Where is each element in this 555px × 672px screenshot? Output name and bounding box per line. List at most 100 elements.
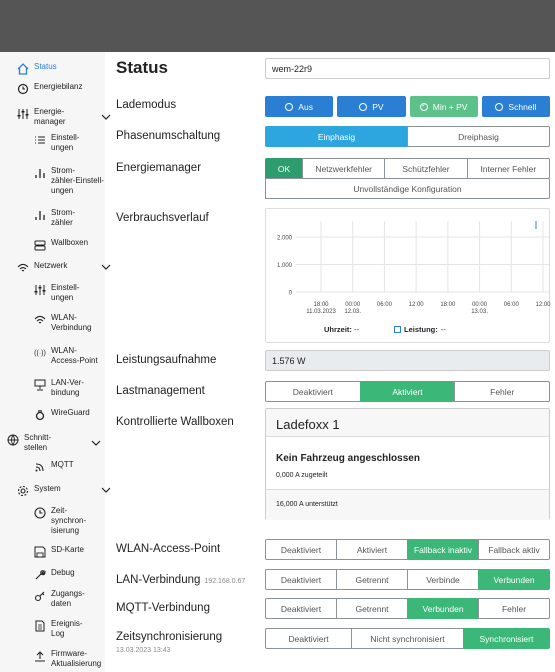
wifi-icon xyxy=(16,261,30,275)
em-unvollstaendige-konfiguration: Unvollständige Konfiguration xyxy=(265,178,550,199)
verbrauch-label: Verbrauchsverlauf xyxy=(116,212,209,224)
chevron-down-icon xyxy=(101,487,111,493)
lm-deaktiviert-status: Deaktiviert xyxy=(265,381,361,402)
lm-fehler-status: Fehler xyxy=(454,381,551,402)
chart-x-tick-time: 00:00 xyxy=(345,302,361,308)
phasen-button-group: Einphasig Dreiphasig xyxy=(265,126,550,147)
zeit-synchronisiert: Synchronisiert xyxy=(462,628,551,649)
sidebar-item-wlan-verbindung[interactable]: WLAN- Verbindung xyxy=(33,313,138,333)
mqtt-label: MQTT-Verbindung xyxy=(116,602,210,614)
chart-legend-power[interactable]: Leistung: -- xyxy=(394,325,446,334)
wallbox-supported: 16,000 A unterstützt xyxy=(276,501,338,508)
chart-y-tick-label: 1.000 xyxy=(277,263,293,269)
sliders-icon xyxy=(33,283,47,297)
history-icon xyxy=(16,82,30,96)
chart-x-tick-date: 13.03. xyxy=(471,309,488,315)
phasen-einphasig-button[interactable]: Einphasig xyxy=(265,126,408,147)
phasen-label: Phasenumschaltung xyxy=(116,130,221,142)
meter-icon xyxy=(33,208,47,222)
lan-verbunden: Verbunden xyxy=(478,569,550,590)
sidebar-item-label: WLAN- Verbindung xyxy=(51,313,92,332)
chevron-down-icon xyxy=(101,264,111,270)
wallbox-name: Ladefoxx 1 xyxy=(276,417,340,432)
sidebar-item-label: Status xyxy=(34,62,57,71)
chart-legend-time: Uhrzeit: -- xyxy=(324,325,359,334)
device-name-field[interactable]: wem-22r9 xyxy=(265,58,550,79)
radio-circle-icon xyxy=(359,102,368,111)
wlan-ap-fallback-aktiv: Fallback aktiv xyxy=(478,539,550,560)
check-circle-icon: ✓ xyxy=(419,102,428,111)
sidebar-item-label: Schnitt- stellen xyxy=(24,433,52,452)
sidebar-item-netzwerk-einstellungen[interactable]: Einstell- ungen xyxy=(33,283,138,303)
zeit-nicht-synchronisiert: Nicht synchronisiert xyxy=(351,628,464,649)
lan-getrennt: Getrennt xyxy=(336,569,408,590)
mqtt-deaktiviert: Deaktiviert xyxy=(265,598,337,619)
lademodus-min-pv-button[interactable]: ✓ Min + PV xyxy=(409,96,478,117)
sidebar-item-system[interactable]: System xyxy=(16,484,121,498)
wlan-ap-deaktiviert: Deaktiviert xyxy=(265,539,337,560)
leistung-label: Leistungsaufnahme xyxy=(116,354,217,366)
legend-label: Leistung: xyxy=(404,325,438,334)
radio-circle-icon xyxy=(285,102,294,111)
sidebar-item-label: Zeit- synchron- isierung xyxy=(51,506,87,535)
sidebar-item-label: Energiebilanz xyxy=(34,82,83,91)
sidebar-item-label: System xyxy=(34,484,61,493)
lastmanagement-status-group: Deaktiviert Aktiviert Fehler xyxy=(265,381,551,402)
sidebar-item-netzwerk[interactable]: Netzwerk xyxy=(16,261,121,275)
lan-icon xyxy=(33,378,47,392)
lademodus-pv-button[interactable]: PV xyxy=(337,96,406,117)
wireguard-icon xyxy=(33,408,47,422)
lan-label: LAN-Verbindung 192.168.0.67 xyxy=(116,574,245,586)
lademodus-label: Lademodus xyxy=(116,99,177,111)
sidebar-item-energiemanager[interactable]: Energie- manager xyxy=(16,107,121,127)
sidebar-item-status[interactable]: Status xyxy=(16,62,121,76)
chart-y-tick-label: 0 xyxy=(289,291,293,297)
energiemanager-label: Energiemanager xyxy=(116,162,202,174)
legend-checkbox-icon xyxy=(394,326,401,333)
save-icon xyxy=(33,545,47,559)
sidebar-item-label: SD-Karte xyxy=(51,545,84,554)
sliders-icon xyxy=(16,107,30,121)
legend-value: -- xyxy=(440,325,446,334)
chevron-down-icon xyxy=(91,440,101,446)
verbrauch-chart[interactable]: 2.000 1.000 0 18:00 11.03.2023 00:00 12.03. 06… xyxy=(265,208,551,343)
em-interner-fehler-status: Interner Fehler xyxy=(466,158,550,179)
wallbox-card: Ladefoxx 1 Kein Fahrzeug angeschlossen 0… xyxy=(265,408,550,520)
sidebar-item-mqtt[interactable]: MQTT xyxy=(33,460,138,474)
list-icon xyxy=(33,133,47,147)
sidebar-item-label: Einstell- ungen xyxy=(51,133,80,152)
mqtt-verbunden: Verbunden xyxy=(407,598,479,619)
sidebar-item-label: Ereignis- Log xyxy=(51,619,83,638)
chart-x-tick-date: 11.03.2023 xyxy=(306,309,336,315)
mqtt-status-group: Deaktiviert Getrennt Verbunden Fehler xyxy=(265,598,550,619)
zeit-deaktiviert: Deaktiviert xyxy=(265,628,353,649)
chart-x-tick-time: 06:00 xyxy=(377,302,393,308)
mqtt-getrennt: Getrennt xyxy=(336,598,408,619)
phasen-dreiphasig-button[interactable]: Dreiphasig xyxy=(407,126,550,147)
antenna-icon: ((·)) xyxy=(34,349,46,357)
lan-ip: 192.168.0.67 xyxy=(204,578,246,585)
lan-verbinde: Verbinde xyxy=(407,569,479,590)
chevron-down-icon xyxy=(101,114,111,120)
lastmanagement-label: Lastmanagement xyxy=(116,385,205,397)
lademodus-schnell-button[interactable]: Schnell xyxy=(481,96,550,117)
button-label: PV xyxy=(372,101,384,112)
sidebar-item-label: Strom- zähler-Einstell- ungen xyxy=(51,166,104,195)
sidebar-item-label: LAN-Ver- bindung xyxy=(51,378,84,397)
key-icon xyxy=(33,589,47,603)
sidebar-item-zeitsynchronisierung[interactable]: Zeit- synchron- isierung xyxy=(33,506,138,536)
chart-x-tick-time: 06:00 xyxy=(504,302,520,308)
sidebar-item-schnittstellen[interactable]: Schnitt- stellen xyxy=(6,433,111,453)
wlan-ap-fallback-inaktiv: Fallback inaktiv xyxy=(407,539,479,560)
sidebar-item-label: Firmware- Aktualisierung xyxy=(51,649,102,668)
sidebar-item-wallboxen[interactable]: Wallboxen xyxy=(33,238,138,252)
lademodus-button-group: Aus PV ✓ Min + PV Schnell xyxy=(265,96,550,117)
wlan-ap-label: WLAN-Access-Point xyxy=(116,543,221,555)
sidebar-item-label: Zugangs- daten xyxy=(51,589,85,608)
lademodus-aus-button[interactable]: Aus xyxy=(265,96,334,117)
em-netzwerkfehler-status: Netzwerkfehler xyxy=(302,158,386,179)
em-config-status: Unvollständige Konfiguration xyxy=(265,178,550,199)
sidebar-item-energiebilanz[interactable]: Energiebilanz xyxy=(16,82,121,96)
chart-x-tick-time: 12:00 xyxy=(535,302,551,308)
home-icon xyxy=(16,62,30,76)
